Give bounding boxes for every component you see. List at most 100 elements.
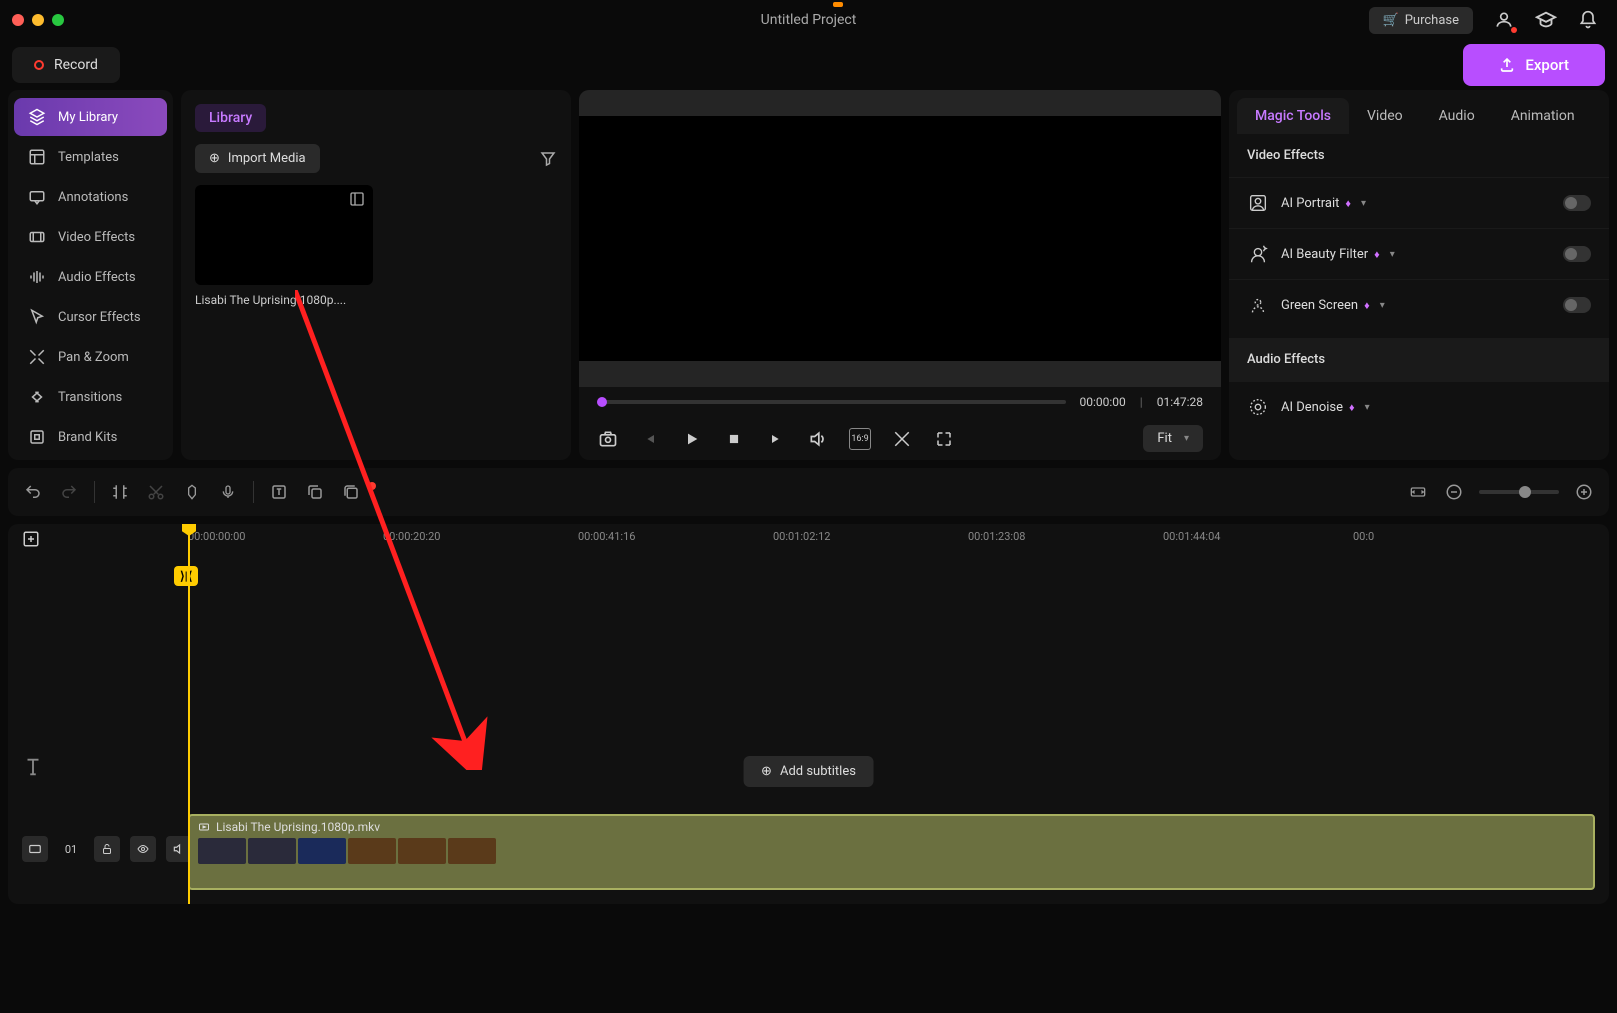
filter-icon[interactable] bbox=[539, 150, 557, 168]
track-lock-button[interactable] bbox=[94, 836, 120, 862]
sidebar: My Library Templates Annotations Video E… bbox=[8, 90, 173, 460]
sidebar-item-templates[interactable]: Templates bbox=[14, 138, 167, 176]
import-media-button[interactable]: ⊕ Import Media bbox=[195, 144, 320, 173]
screenshot-button[interactable] bbox=[597, 428, 619, 450]
section-audio-effects: Audio Effects bbox=[1229, 338, 1609, 381]
cursor-icon bbox=[28, 308, 46, 326]
project-title: Untitled Project bbox=[761, 12, 857, 28]
toggle-ai-portrait[interactable] bbox=[1563, 195, 1591, 211]
toggle-ai-beauty[interactable] bbox=[1563, 246, 1591, 262]
clip-icon bbox=[198, 821, 210, 833]
text-button[interactable] bbox=[268, 481, 290, 503]
ruler-mark: 00:01:44:04 bbox=[1163, 530, 1220, 543]
play-button[interactable] bbox=[681, 428, 703, 450]
seek-slider[interactable] bbox=[597, 400, 1066, 404]
sidebar-item-pan-zoom[interactable]: Pan & Zoom bbox=[14, 338, 167, 376]
copy-button[interactable] bbox=[304, 481, 326, 503]
sidebar-item-brand-kits[interactable]: Brand Kits bbox=[14, 418, 167, 456]
sidebar-item-video-effects[interactable]: Video Effects bbox=[14, 218, 167, 256]
effect-label: AI Portrait bbox=[1281, 196, 1339, 211]
fit-dropdown[interactable]: Fit▾ bbox=[1143, 425, 1203, 452]
import-label: Import Media bbox=[228, 151, 306, 166]
media-thumbnail[interactable] bbox=[195, 185, 373, 285]
tab-video[interactable]: Video bbox=[1349, 98, 1421, 134]
fit-timeline-button[interactable] bbox=[1407, 481, 1429, 503]
sidebar-item-cursor-effects[interactable]: Cursor Effects bbox=[14, 298, 167, 336]
track-visibility-button[interactable] bbox=[130, 836, 156, 862]
prev-frame-button[interactable] bbox=[639, 428, 661, 450]
zoom-slider[interactable] bbox=[1479, 490, 1559, 494]
seek-thumb[interactable] bbox=[597, 397, 607, 407]
transition-icon bbox=[28, 388, 46, 406]
stop-button[interactable] bbox=[723, 428, 745, 450]
preview-video[interactable] bbox=[579, 116, 1221, 361]
next-frame-button[interactable] bbox=[765, 428, 787, 450]
cut-button[interactable] bbox=[145, 481, 167, 503]
undo-button[interactable] bbox=[22, 481, 44, 503]
timeline-panel: 00:00:00:00 00:00:20:20 00:00:41:16 00:0… bbox=[8, 524, 1609, 904]
purchase-label: Purchase bbox=[1405, 13, 1459, 28]
tab-audio[interactable]: Audio bbox=[1421, 98, 1493, 134]
redo-button[interactable] bbox=[58, 481, 80, 503]
template-icon bbox=[28, 148, 46, 166]
section-video-effects: Video Effects bbox=[1229, 134, 1609, 177]
marker-button[interactable] bbox=[181, 481, 203, 503]
clip-thumbnails bbox=[198, 838, 1585, 864]
bell-icon[interactable] bbox=[1577, 9, 1599, 31]
effect-green-screen[interactable]: Green Screen♦▾ bbox=[1229, 279, 1609, 330]
volume-button[interactable] bbox=[807, 428, 829, 450]
effect-ai-beauty[interactable]: AI Beauty Filter♦▾ bbox=[1229, 228, 1609, 279]
sidebar-item-annotations[interactable]: Annotations bbox=[14, 178, 167, 216]
window-maximize[interactable] bbox=[52, 14, 64, 26]
tab-animation[interactable]: Animation bbox=[1493, 98, 1593, 134]
sidebar-item-transitions[interactable]: Transitions bbox=[14, 378, 167, 416]
timeline-clip[interactable]: Lisabi The Uprising.1080p.mkv bbox=[188, 814, 1595, 890]
tab-magic-tools[interactable]: Magic Tools bbox=[1237, 98, 1349, 134]
gem-icon: ♦ bbox=[1345, 197, 1351, 210]
export-button[interactable]: Export bbox=[1463, 44, 1605, 86]
track-header: 01 bbox=[22, 836, 192, 862]
aspect-button[interactable]: 16:9 bbox=[849, 428, 871, 450]
timeline-ruler[interactable]: 00:00:00:00 00:00:20:20 00:00:41:16 00:0… bbox=[8, 524, 1609, 556]
add-subtitles-button[interactable]: ⊕ Add subtitles bbox=[743, 756, 874, 787]
graduation-icon[interactable] bbox=[1535, 9, 1557, 31]
video-fx-icon bbox=[28, 228, 46, 246]
sidebar-label: Cursor Effects bbox=[58, 310, 141, 325]
effect-label: AI Denoise bbox=[1281, 400, 1343, 415]
crop-button[interactable] bbox=[891, 428, 913, 450]
annotation-icon bbox=[28, 188, 46, 206]
split-button[interactable] bbox=[109, 481, 131, 503]
window-close[interactable] bbox=[12, 14, 24, 26]
gem-icon: ♦ bbox=[1364, 299, 1370, 312]
media-name: Lisabi The Uprising.1080p.... bbox=[195, 293, 557, 307]
zoom-thumb[interactable] bbox=[1519, 486, 1531, 498]
playhead[interactable] bbox=[188, 524, 190, 904]
layers-icon bbox=[28, 108, 46, 126]
mic-button[interactable] bbox=[217, 481, 239, 503]
library-tab[interactable]: Library bbox=[195, 104, 266, 132]
clip-name: Lisabi The Uprising.1080p.mkv bbox=[216, 820, 380, 834]
zoom-out-button[interactable] bbox=[1443, 481, 1465, 503]
timeline-toolbar bbox=[8, 468, 1609, 516]
account-icon[interactable] bbox=[1493, 9, 1515, 31]
effect-ai-denoise[interactable]: AI Denoise♦▾ bbox=[1229, 381, 1609, 432]
zoom-in-button[interactable] bbox=[1573, 481, 1595, 503]
effect-ai-portrait[interactable]: AI Portrait♦▾ bbox=[1229, 177, 1609, 228]
text-track-icon[interactable] bbox=[22, 756, 44, 778]
green-screen-icon bbox=[1247, 294, 1269, 316]
total-time: 01:47:28 bbox=[1157, 395, 1203, 409]
fullscreen-button[interactable] bbox=[933, 428, 955, 450]
window-minimize[interactable] bbox=[32, 14, 44, 26]
export-label: Export bbox=[1525, 56, 1569, 74]
add-track-button[interactable] bbox=[22, 530, 44, 552]
sidebar-item-my-library[interactable]: My Library bbox=[14, 98, 167, 136]
toggle-green-screen[interactable] bbox=[1563, 297, 1591, 313]
track-media-icon[interactable] bbox=[22, 836, 48, 862]
record-button[interactable]: Record bbox=[12, 47, 120, 83]
sidebar-item-audio-effects[interactable]: Audio Effects bbox=[14, 258, 167, 296]
expand-icon[interactable] bbox=[349, 191, 367, 209]
record-label: Record bbox=[54, 57, 98, 73]
purchase-button[interactable]: 🛒 Purchase bbox=[1369, 7, 1473, 34]
preview-header bbox=[579, 90, 1221, 116]
layers-button[interactable] bbox=[340, 481, 362, 503]
